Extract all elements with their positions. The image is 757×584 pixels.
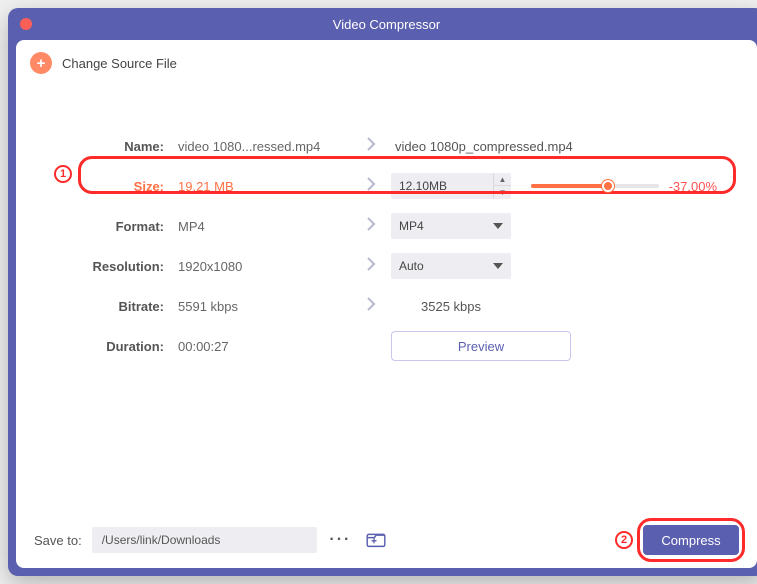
resolution-select-value: Auto xyxy=(399,259,424,273)
titlebar: Video Compressor xyxy=(8,8,757,40)
add-source-button[interactable]: + xyxy=(30,52,52,74)
row-format: Format: MP4 MP4 xyxy=(46,206,727,246)
plus-icon: + xyxy=(37,55,46,72)
label-format: Format: xyxy=(46,219,176,234)
row-name: Name: video 1080...ressed.mp4 video 1080… xyxy=(46,126,727,166)
open-folder-button[interactable] xyxy=(363,527,389,553)
label-resolution: Resolution: xyxy=(46,259,176,274)
save-to-label: Save to: xyxy=(34,533,82,548)
arrow-icon xyxy=(351,297,391,316)
browse-path-button[interactable]: ··· xyxy=(327,527,353,553)
preview-button[interactable]: Preview xyxy=(391,331,571,361)
form: 1 Name: video 1080...ressed.mp4 video 10… xyxy=(16,86,757,366)
size-stepper[interactable]: 12.10MB ▲ ▼ xyxy=(391,173,511,199)
content-panel: + Change Source File 1 Name: video 1080.… xyxy=(16,40,757,568)
label-bitrate: Bitrate: xyxy=(46,299,176,314)
compress-button[interactable]: Compress xyxy=(643,525,739,555)
size-slider[interactable] xyxy=(531,184,659,188)
stepper-up-icon[interactable]: ▲ xyxy=(494,173,511,186)
label-name: Name: xyxy=(46,139,176,154)
folder-icon xyxy=(366,532,386,548)
input-resolution: 1920x1080 xyxy=(176,259,351,274)
arrow-icon xyxy=(351,257,391,276)
arrow-icon xyxy=(351,217,391,236)
slider-thumb[interactable] xyxy=(602,180,614,192)
output-bitrate: 3525 kbps xyxy=(391,299,511,314)
format-select[interactable]: MP4 xyxy=(391,213,511,239)
stepper-down-icon[interactable]: ▼ xyxy=(494,186,511,199)
arrow-icon xyxy=(351,137,391,156)
output-name[interactable]: video 1080p_compressed.mp4 xyxy=(391,139,727,154)
input-bitrate: 5591 kbps xyxy=(176,299,351,314)
chevron-down-icon xyxy=(493,263,503,269)
footer: Save to: /Users/link/Downloads ··· 2 Com… xyxy=(16,512,757,568)
preview-button-label: Preview xyxy=(458,339,504,354)
label-duration: Duration: xyxy=(46,339,176,354)
duration-value: 00:00:27 xyxy=(176,339,351,354)
row-size: Size: 19.21 MB 12.10MB ▲ ▼ xyxy=(46,166,727,206)
slider-fill xyxy=(531,184,608,188)
input-format: MP4 xyxy=(176,219,351,234)
resolution-select[interactable]: Auto xyxy=(391,253,511,279)
change-source-label[interactable]: Change Source File xyxy=(62,56,177,71)
row-duration: Duration: 00:00:27 Preview xyxy=(46,326,727,366)
arrow-icon xyxy=(351,177,391,196)
save-path-text: /Users/link/Downloads xyxy=(102,533,221,547)
row-resolution: Resolution: 1920x1080 Auto xyxy=(46,246,727,286)
size-slider-wrap: -37.00% xyxy=(521,179,727,194)
compress-button-label: Compress xyxy=(661,533,720,548)
row-bitrate: Bitrate: 5591 kbps 3525 kbps xyxy=(46,286,727,326)
app-window: Video Compressor + Change Source File 1 … xyxy=(8,8,757,576)
size-percent: -37.00% xyxy=(669,179,727,194)
format-select-value: MP4 xyxy=(399,219,424,233)
annotation-2: 2 xyxy=(615,531,633,549)
chevron-down-icon xyxy=(493,223,503,229)
window-title: Video Compressor xyxy=(8,17,757,32)
size-output-value: 12.10MB xyxy=(399,179,493,193)
stepper-arrows: ▲ ▼ xyxy=(493,173,511,199)
header-row: + Change Source File xyxy=(16,40,757,86)
annotation-1: 1 xyxy=(54,165,72,183)
input-size: 19.21 MB xyxy=(176,179,351,194)
input-name: video 1080...ressed.mp4 xyxy=(176,139,351,154)
save-path[interactable]: /Users/link/Downloads xyxy=(92,527,318,553)
